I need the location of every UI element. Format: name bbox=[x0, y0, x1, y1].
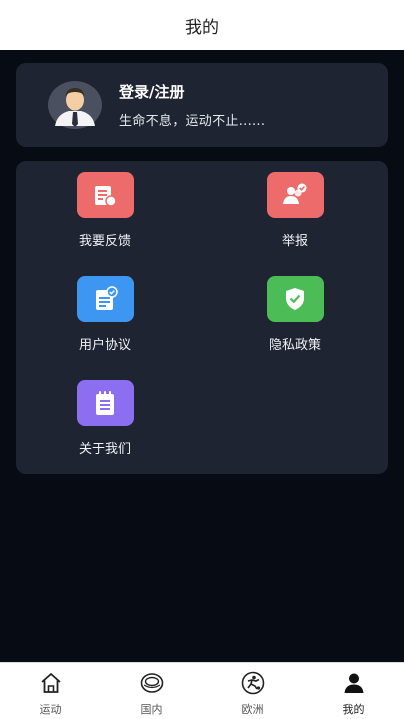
tab-label-domestic: 国内 bbox=[140, 703, 163, 716]
feedback-icon bbox=[76, 172, 134, 218]
user-agreement-icon bbox=[76, 276, 134, 322]
menu-item-feedback[interactable]: 我要反馈 bbox=[45, 172, 165, 252]
tab-mine[interactable]: 我的 bbox=[303, 663, 404, 719]
login-register-link[interactable]: 登录/注册 bbox=[119, 81, 265, 102]
football-player-icon bbox=[241, 671, 265, 695]
ring-icon bbox=[140, 671, 164, 695]
menu-label-feedback: 我要反馈 bbox=[78, 234, 131, 249]
menu-card: 我要反馈 举报 用户协议 隐私政策 关于我们 bbox=[16, 161, 388, 474]
about-notebook-icon bbox=[76, 380, 134, 426]
menu-label-user-agreement: 用户协议 bbox=[78, 338, 131, 353]
tab-label-mine: 我的 bbox=[342, 703, 365, 716]
menu-item-report[interactable]: 举报 bbox=[235, 172, 355, 252]
person-icon bbox=[342, 671, 366, 695]
profile-slogan: 生命不息，运动不止...... bbox=[119, 114, 266, 129]
tab-domestic[interactable]: 国内 bbox=[101, 663, 202, 719]
bottom-tab-bar: 运动 国内 欧洲 我的 bbox=[0, 662, 404, 719]
privacy-shield-icon bbox=[266, 276, 324, 322]
avatar[interactable] bbox=[47, 80, 103, 130]
menu-label-privacy-policy: 隐私政策 bbox=[268, 338, 321, 353]
header-bar: 我的 bbox=[0, 0, 404, 50]
menu-item-user-agreement[interactable]: 用户协议 bbox=[45, 276, 165, 356]
menu-item-about-us[interactable]: 关于我们 bbox=[45, 380, 165, 460]
home-icon bbox=[39, 671, 63, 695]
tab-label-europe: 欧洲 bbox=[241, 703, 264, 716]
menu-label-about-us: 关于我们 bbox=[78, 442, 131, 457]
menu-label-report: 举报 bbox=[281, 234, 308, 249]
report-user-icon bbox=[266, 172, 324, 218]
tab-sports[interactable]: 运动 bbox=[0, 663, 101, 719]
profile-card[interactable]: 登录/注册 生命不息，运动不止...... bbox=[16, 63, 388, 147]
page-title: 我的 bbox=[185, 17, 219, 38]
menu-item-privacy-policy[interactable]: 隐私政策 bbox=[235, 276, 355, 356]
profile-texts: 登录/注册 生命不息，运动不止...... bbox=[119, 81, 265, 129]
tab-europe[interactable]: 欧洲 bbox=[202, 663, 303, 719]
tab-label-sports: 运动 bbox=[39, 703, 62, 716]
